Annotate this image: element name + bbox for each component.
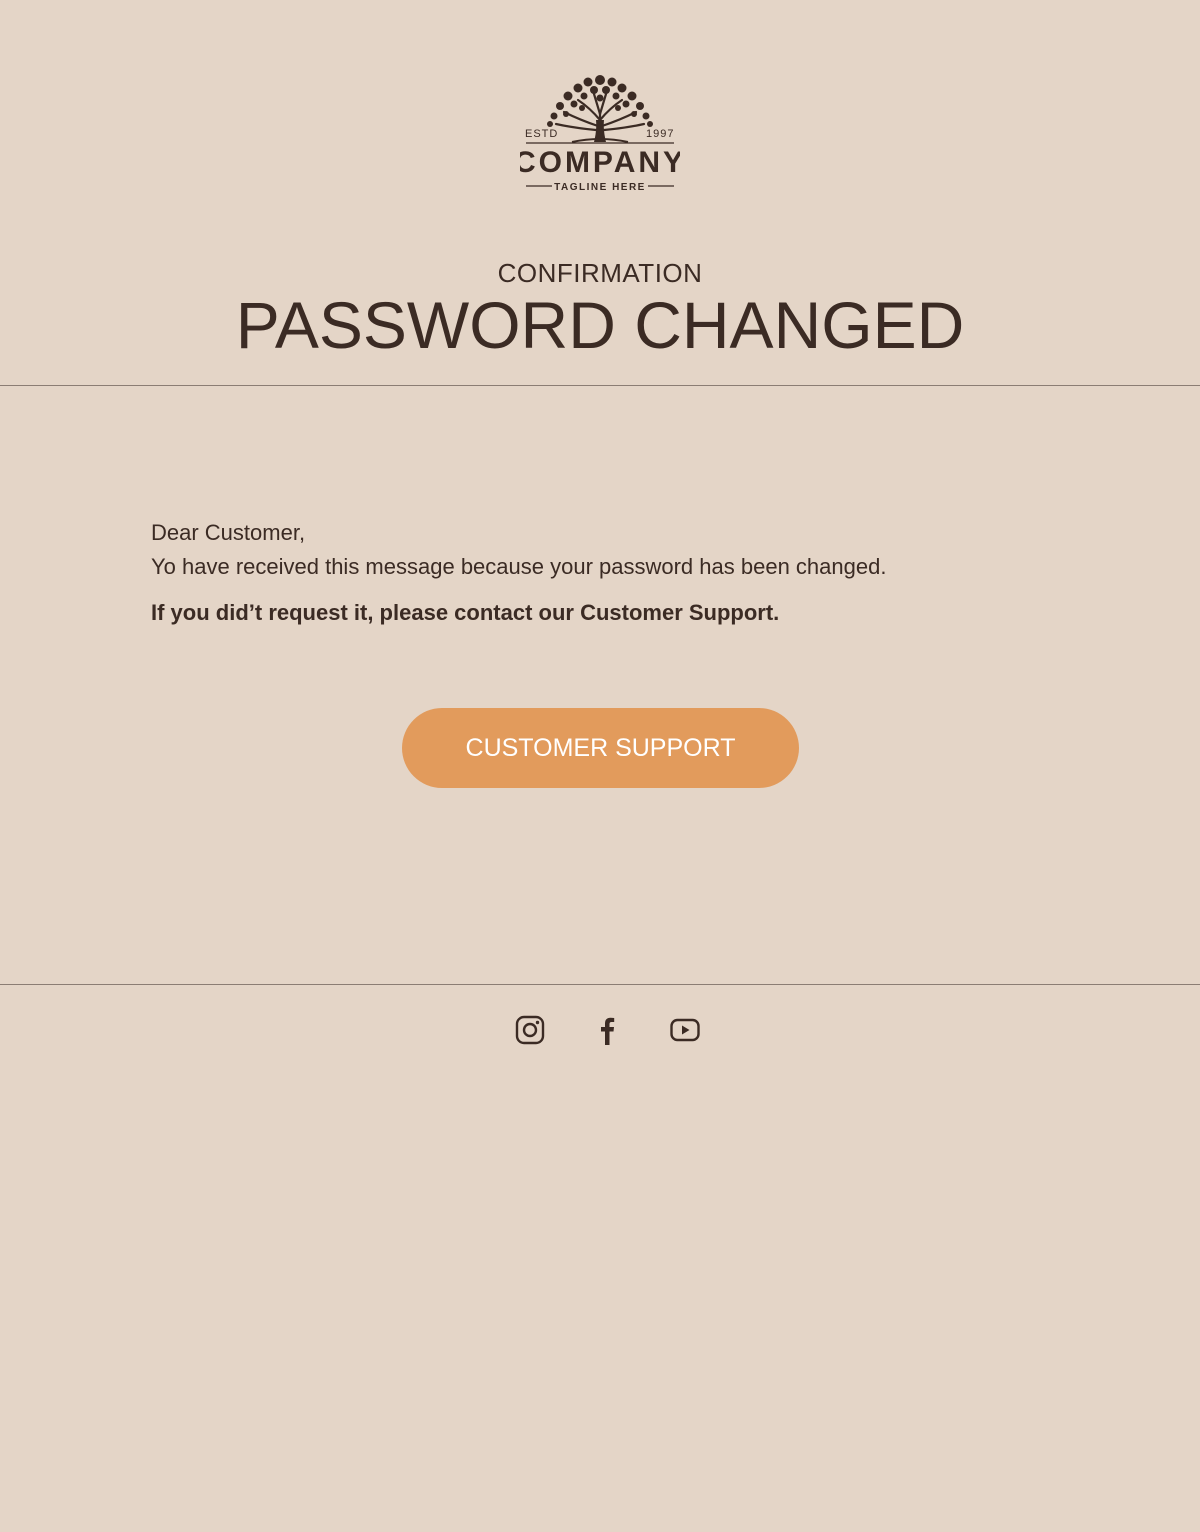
- page-title: PASSWORD CHANGED: [235, 288, 965, 362]
- message-text: Yo have received this message because yo…: [151, 554, 887, 579]
- company-logo: ESTD 1997 COMPANY TAGLINE HERE: [520, 64, 680, 196]
- facebook-link[interactable]: [590, 1013, 624, 1047]
- company-tagline: TAGLINE HERE: [554, 182, 646, 193]
- customer-support-button[interactable]: CUSTOMER SUPPORT: [402, 708, 799, 788]
- youtube-link[interactable]: [668, 1013, 702, 1047]
- youtube-icon: [670, 1018, 700, 1042]
- instagram-link[interactable]: [513, 1013, 547, 1047]
- company-name: COMPANY: [520, 146, 680, 179]
- facebook-icon: [601, 1017, 615, 1045]
- footer-divider: [0, 984, 1200, 985]
- estd-label: ESTD: [525, 128, 558, 140]
- greeting-text: Dear Customer,: [151, 520, 306, 545]
- established-year: 1997: [646, 128, 674, 140]
- header-divider: [0, 385, 1200, 386]
- tree-logo-icon: ESTD 1997 COMPANY TAGLINE HERE: [520, 75, 680, 193]
- warning-text: If you did’t request it, please contact …: [151, 600, 780, 625]
- instagram-icon: [515, 1015, 545, 1045]
- eyebrow-label: CONFIRMATION: [497, 258, 703, 288]
